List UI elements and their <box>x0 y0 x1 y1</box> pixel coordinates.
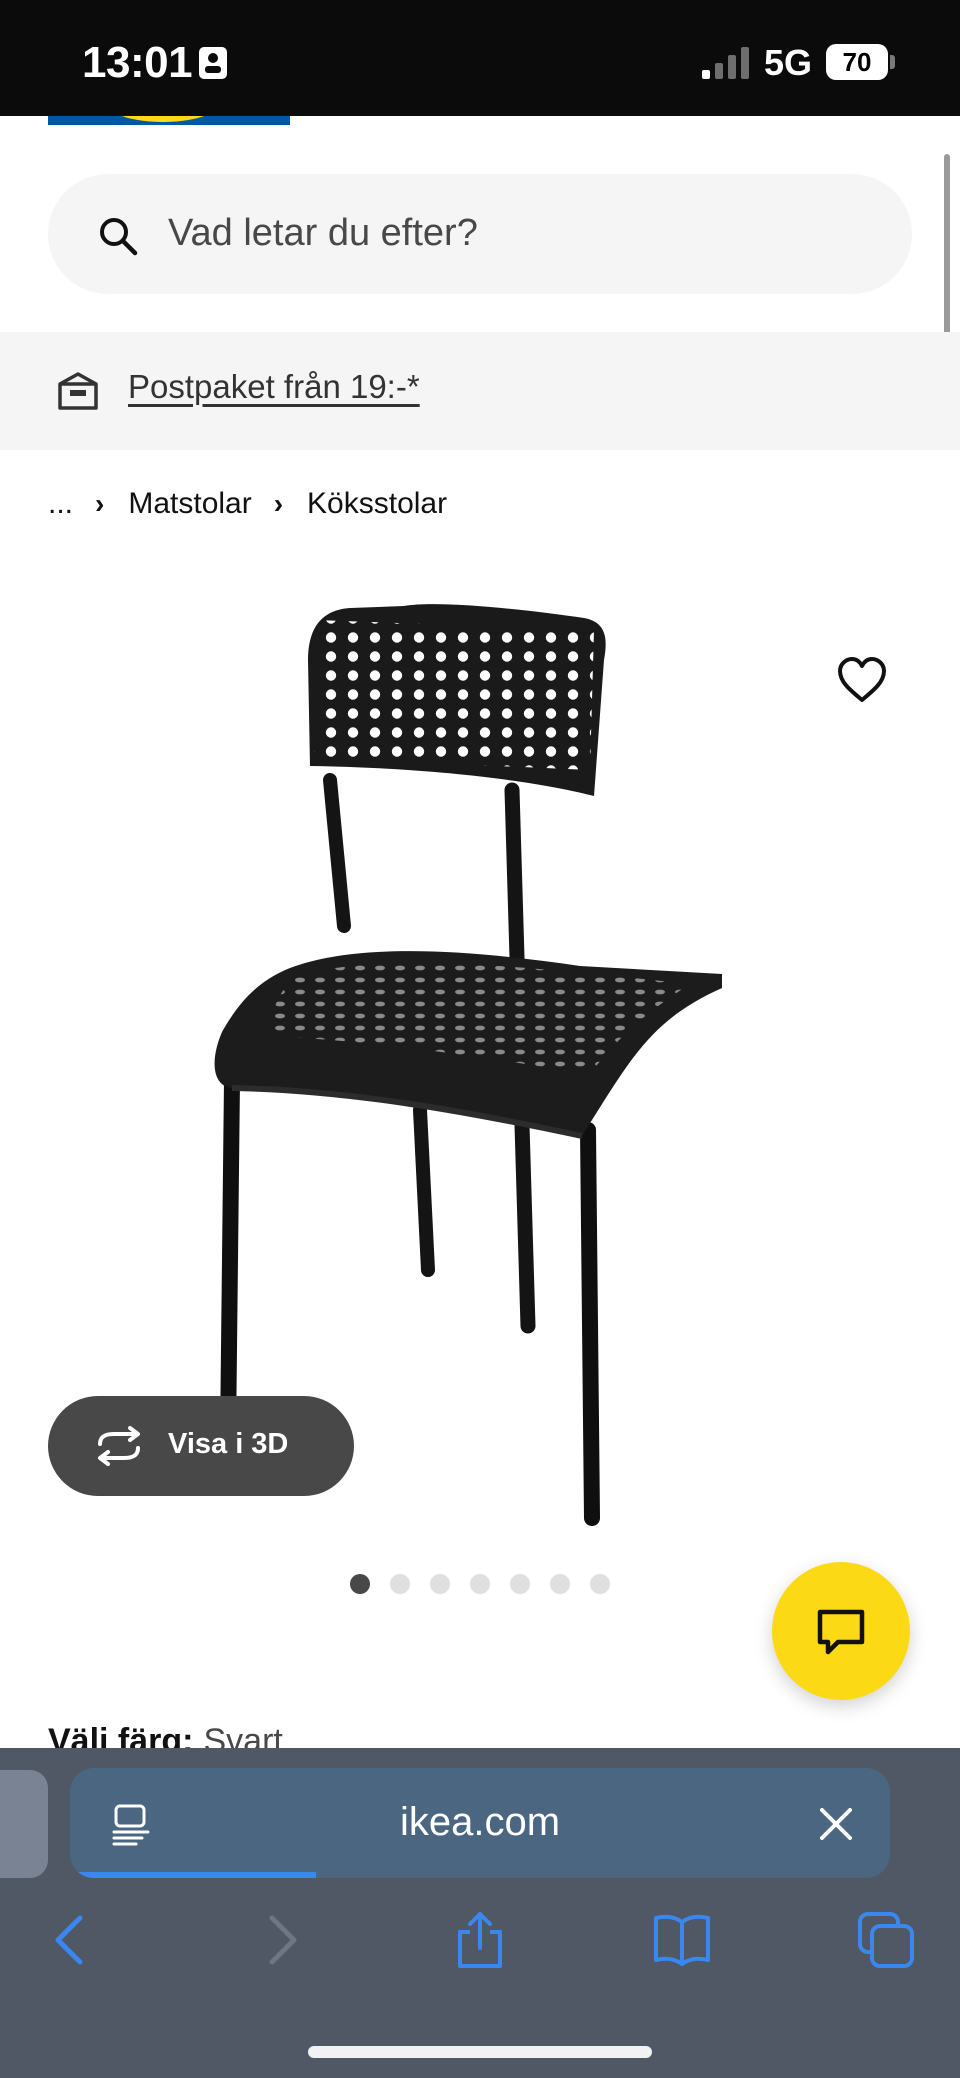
breadcrumb: ... › Matstolar › Köksstolar <box>48 484 447 524</box>
network-type: 5G <box>764 42 813 83</box>
breadcrumb-item-ellipsis[interactable]: ... <box>48 487 73 521</box>
chevron-right-icon[interactable] <box>250 1910 310 1970</box>
search-input[interactable]: Vad letar du efter? <box>48 174 912 294</box>
ikea-logo[interactable] <box>48 116 290 125</box>
book-icon[interactable] <box>652 1910 712 1970</box>
address-bar[interactable]: ikea.com <box>70 1768 890 1878</box>
carousel-dot[interactable] <box>350 1574 370 1594</box>
url-text: ikea.com <box>399 1800 561 1844</box>
breadcrumb-item-koksstolar[interactable]: Köksstolar <box>307 487 447 521</box>
status-bar: 13:01 5G 70 <box>0 0 960 116</box>
carousel-dot[interactable] <box>550 1574 570 1594</box>
heart-icon[interactable] <box>836 656 888 704</box>
page-scrollbar[interactable] <box>944 154 950 340</box>
carousel-dot[interactable] <box>590 1574 610 1594</box>
chat-button[interactable] <box>772 1562 910 1700</box>
status-time: 13:01 <box>82 38 193 87</box>
battery-indicator: 70 <box>826 44 888 80</box>
carousel-dot[interactable] <box>470 1574 490 1594</box>
chevron-right-icon: › <box>95 488 105 519</box>
chevron-left-icon[interactable] <box>42 1910 102 1970</box>
shipping-banner: Postpaket från 19:-* <box>0 332 960 450</box>
search-placeholder: Vad letar du efter? <box>168 212 478 254</box>
view-in-3d-label: Visa i 3D <box>168 1428 289 1460</box>
breadcrumb-item-matstolar[interactable]: Matstolar <box>128 487 251 521</box>
carousel-dot[interactable] <box>510 1574 530 1594</box>
browser-toolbar: ikea.com <box>0 1748 960 2078</box>
previous-tab-preview[interactable] <box>0 1770 48 1878</box>
carousel-dots <box>350 1574 610 1594</box>
search-icon <box>100 218 138 256</box>
share-icon[interactable] <box>450 1910 510 1970</box>
battery-cap <box>890 55 895 69</box>
view-in-3d-button[interactable]: Visa i 3D <box>48 1396 354 1496</box>
shipping-link[interactable]: Postpaket från 19:-* <box>128 368 420 406</box>
logo-yellow-oval <box>108 116 218 122</box>
carousel-dot[interactable] <box>390 1574 410 1594</box>
home-indicator[interactable] <box>308 2046 652 2058</box>
chevron-right-icon: › <box>273 488 284 519</box>
page-load-progress <box>70 1872 316 1878</box>
close-icon[interactable] <box>818 1806 854 1842</box>
signal-icon <box>702 47 749 79</box>
rotate-icon <box>98 1426 140 1466</box>
person-card-icon <box>199 47 227 79</box>
tabs-icon[interactable] <box>856 1910 916 1970</box>
carousel-dot[interactable] <box>430 1574 450 1594</box>
package-icon <box>58 372 98 410</box>
chat-icon <box>817 1609 865 1655</box>
